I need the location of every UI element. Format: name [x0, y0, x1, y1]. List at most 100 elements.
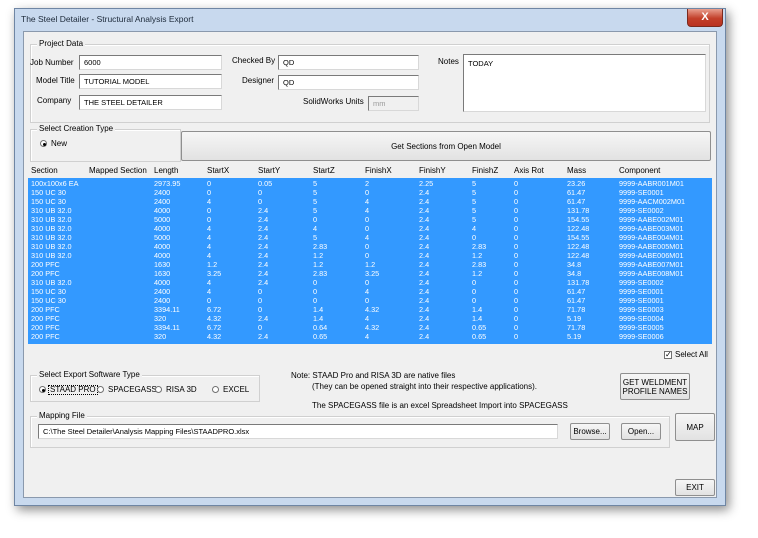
export-spacegass-label: SPACEGASS	[108, 385, 157, 394]
close-button[interactable]: X	[687, 9, 723, 27]
table-row[interactable]: 310 UB 32.0 5000 4 2.4 5 4 2.4 0 0 154.55 9999-AAB…	[28, 234, 712, 242]
export-staad-radio[interactable]	[39, 386, 46, 393]
open-button[interactable]: Open...	[621, 423, 661, 440]
table-header: Section Mapped Section Length StartX StartY S…	[28, 166, 712, 178]
table-cell: 4	[365, 233, 370, 242]
notes-field[interactable]: TODAY	[463, 54, 706, 112]
table-cell: 5	[313, 179, 318, 188]
window-title: The Steel Detailer - Structural Analysis…	[21, 14, 194, 24]
table-cell: 23.26	[567, 179, 586, 188]
table-cell: 0	[365, 215, 370, 224]
job-number-field[interactable]: 6000	[79, 55, 222, 70]
title-bar[interactable]: The Steel Detailer - Structural Analysis…	[15, 9, 725, 31]
table-cell: 1.4	[472, 305, 483, 314]
table-cell: 0.65	[472, 323, 487, 332]
column-header: FinishX	[365, 166, 392, 175]
table-cell: 2.4	[258, 260, 269, 269]
get-weldment-profile-names-button[interactable]: GET WELDMENT PROFILE NAMES	[620, 373, 690, 400]
checked-by-field[interactable]: QD	[278, 55, 419, 70]
table-row[interactable]: 100x100x6 EA 2973.95 0 0.05 5 2 2.25 5 0 23.26 999…	[28, 180, 712, 188]
table-row[interactable]: 310 UB 32.0 4000 4 2.4 1.2 0 2.4 1.2 0 122.48 9999…	[28, 252, 712, 260]
table-row[interactable]: 200 PFC 3394.11 6.72 0 0.64 4.32 2.4 0.65 0 71.78…	[28, 324, 712, 332]
table-cell: 200 PFC	[31, 332, 60, 341]
table-cell: 2.4	[419, 224, 430, 233]
column-header: Length	[154, 166, 179, 175]
column-header: Component	[619, 166, 661, 175]
column-header: StartY	[258, 166, 281, 175]
table-cell: 2.4	[419, 251, 430, 260]
table-cell: 0	[514, 215, 519, 224]
dialog-body: Project Data Job Number 6000 Model Title…	[23, 31, 717, 498]
table-cell: 9999-AABR001M01	[619, 179, 684, 188]
table-row[interactable]: 150 UC 30 2400 0 0 0 0 2.4 0 0 61.47 9999-SE0001	[28, 297, 712, 305]
designer-field[interactable]: QD	[278, 75, 419, 90]
table-row[interactable]: 310 UB 32.0 4000 0 2.4 5 4 2.4 5 0 131.78 9999-SE0…	[28, 207, 712, 215]
table-row[interactable]: 310 UB 32.0 5000 0 2.4 0 0 2.4 5 0 154.55 9999-AAB…	[28, 216, 712, 224]
table-cell: 2.4	[258, 251, 269, 260]
get-sections-button[interactable]: Get Sections from Open Model	[181, 131, 711, 161]
table-cell: 2.4	[419, 332, 430, 341]
table-cell: 0	[207, 296, 212, 305]
table-row[interactable]: 150 UC 30 2400 4 0 5 4 2.4 5 0 61.47 9999-AACM002M…	[28, 198, 712, 206]
export-staad-label: STAAD PRO	[48, 385, 98, 395]
table-row[interactable]: 200 PFC 1630 1.2 2.4 1.2 1.2 2.4 2.83 0 34.8 9999-…	[28, 261, 712, 269]
table-cell: 310 UB 32.0	[31, 215, 72, 224]
table-cell: 71.78	[567, 305, 586, 314]
table-row[interactable]: 150 UC 30 2400 4 0 0 4 2.4 0 0 61.47 9999-SE0001	[28, 288, 712, 296]
table-cell: 2.4	[258, 206, 269, 215]
table-cell: 4	[313, 224, 318, 233]
table-cell: 4000	[154, 206, 171, 215]
table-row[interactable]: 200 PFC 3394.11 6.72 0 1.4 4.32 2.4 1.4 0 71.78 99…	[28, 306, 712, 314]
table-row[interactable]: 310 UB 32.0 4000 4 2.4 4 0 2.4 4 0 122.48 9999-AAB…	[28, 225, 712, 233]
table-cell: 4.32	[365, 305, 380, 314]
weldment-button-line1: GET WELDMENT	[622, 377, 688, 387]
table-cell: 0	[514, 287, 519, 296]
creation-new-label: New	[51, 139, 68, 148]
table-cell: 61.47	[567, 188, 586, 197]
table-cell: 0	[258, 188, 263, 197]
table-cell: 4	[207, 233, 212, 242]
map-button[interactable]: MAP	[675, 413, 715, 441]
export-risa-label: RISA 3D	[166, 385, 197, 394]
table-cell: 150 UC 30	[31, 287, 66, 296]
table-cell: 310 UB 32.0	[31, 251, 72, 260]
table-row[interactable]: 310 UB 32.0 4000 4 2.4 0 0 2.4 0 0 131.78 9999-SE0…	[28, 279, 712, 287]
table-cell: 2.4	[419, 215, 430, 224]
table-cell: 2400	[154, 188, 171, 197]
table-cell: 1.4	[313, 314, 324, 323]
table-row[interactable]: 150 UC 30 2400 0 0 5 0 2.4 5 0 61.47 9999-SE0001	[28, 189, 712, 197]
table-cell: 2973.95	[154, 179, 181, 188]
export-excel-radio[interactable]	[212, 386, 219, 393]
table-cell: 150 UC 30	[31, 296, 66, 305]
solidworks-units-label: SolidWorks Units	[303, 97, 364, 106]
table-cell: 4	[207, 287, 212, 296]
table-row[interactable]: 200 PFC 1630 3.25 2.4 2.83 3.25 2.4 1.2 0 34.8 999…	[28, 270, 712, 278]
table-cell: 5	[313, 197, 318, 206]
checked-by-label: Checked By	[232, 56, 276, 65]
table-cell: 2.83	[313, 242, 328, 251]
sections-table[interactable]: 100x100x6 EA 2973.95 0 0.05 5 2 2.25 5 0 23.26 999…	[28, 178, 712, 344]
table-cell: 4	[207, 197, 212, 206]
table-row[interactable]: 310 UB 32.0 4000 4 2.4 2.83 0 2.4 2.83 0 122.48 99…	[28, 243, 712, 251]
table-cell: 0	[514, 251, 519, 260]
select-all-checkbox[interactable]: ✓	[664, 351, 672, 359]
export-risa-radio[interactable]	[155, 386, 162, 393]
table-cell: 6.72	[207, 323, 222, 332]
table-cell: 4.32	[365, 323, 380, 332]
table-row[interactable]: 200 PFC 320 4.32 2.4 1.4 4 2.4 1.4 0 5.19 9999-SE0…	[28, 315, 712, 323]
app-window: The Steel Detailer - Structural Analysis…	[14, 8, 726, 506]
table-cell: 2.4	[419, 314, 430, 323]
export-note-line2: (They can be opened straight into their …	[312, 382, 538, 391]
table-row[interactable]: 200 PFC 320 4.32 2.4 0.65 4 2.4 0.65 0 5.19 9999-S…	[28, 333, 712, 341]
company-field[interactable]: THE STEEL DETAILER	[79, 95, 222, 110]
exit-button[interactable]: EXIT	[675, 479, 715, 496]
mapping-file-path-field[interactable]: C:\The Steel Detailer\Analysis Mapping F…	[38, 424, 558, 439]
model-title-field[interactable]: TUTORIAL MODEL	[79, 74, 222, 89]
table-cell: 1.2	[472, 251, 483, 260]
export-spacegass-radio[interactable]	[97, 386, 104, 393]
browse-button[interactable]: Browse...	[570, 423, 610, 440]
table-cell: 0	[514, 323, 519, 332]
table-cell: 310 UB 32.0	[31, 224, 72, 233]
table-cell: 122.48	[567, 242, 590, 251]
creation-new-radio[interactable]	[40, 140, 47, 147]
